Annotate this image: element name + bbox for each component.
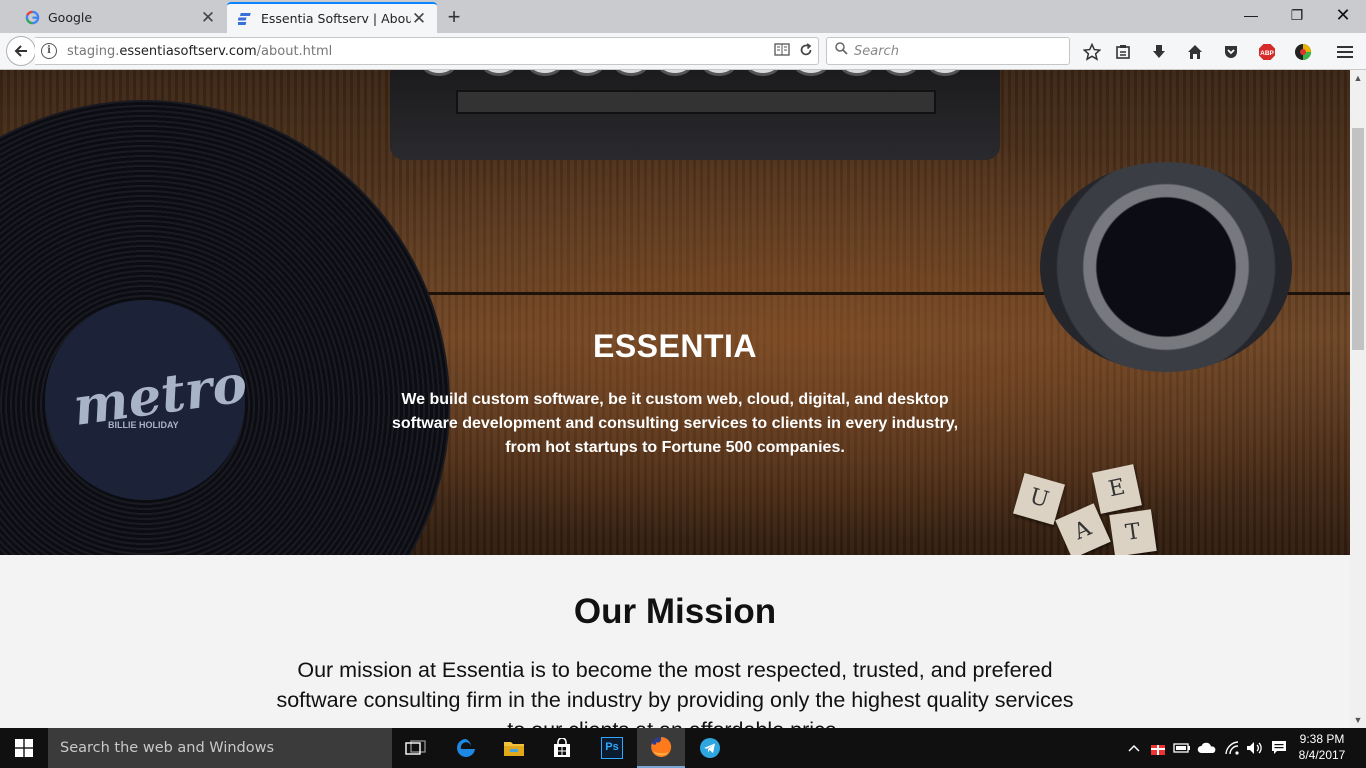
url-host: essentiasoftserv.com <box>119 43 257 59</box>
store-icon[interactable] <box>538 728 586 768</box>
url-text[interactable]: staging.essentiasoftserv.com/about.html <box>67 44 770 59</box>
search-input[interactable] <box>854 43 1054 59</box>
hero-tagline: We build custom software, be it custom w… <box>391 391 959 456</box>
tab-essentia-about[interactable]: Essentia Softserv | About ✕ <box>227 2 437 33</box>
system-clock[interactable]: 9:38 PM 8/4/2017 <box>1290 731 1354 763</box>
typewriter-key <box>658 70 692 76</box>
typewriter-key <box>840 70 874 76</box>
back-button[interactable] <box>6 36 36 66</box>
typewriter-key <box>482 70 516 76</box>
tab-google[interactable]: Google ✕ <box>14 2 226 33</box>
pocket-icon[interactable] <box>1220 41 1242 63</box>
downloads-icon[interactable] <box>1148 41 1170 63</box>
scroll-thumb[interactable] <box>1352 128 1364 350</box>
typewriter-key <box>928 70 962 76</box>
minimize-button[interactable]: — <box>1228 0 1274 30</box>
firefox-icon[interactable] <box>637 728 685 768</box>
task-view-icon[interactable] <box>392 728 440 768</box>
edge-icon[interactable] <box>442 728 490 768</box>
google-g-icon <box>24 10 40 26</box>
extension-icon[interactable] <box>1292 41 1314 63</box>
start-button[interactable] <box>0 728 48 768</box>
clock-date: 8/4/2017 <box>1298 748 1346 762</box>
typewriter-key <box>794 70 828 76</box>
tab-title: Google <box>48 10 93 25</box>
url-prefix: staging. <box>67 43 120 59</box>
typewriter-key <box>702 70 736 76</box>
typewriter-key <box>422 70 456 76</box>
bookmark-star-icon[interactable] <box>1081 41 1103 63</box>
menu-icon[interactable] <box>1334 41 1356 63</box>
restore-button[interactable]: ❐ <box>1274 0 1320 30</box>
tab-title: Essentia Softserv | About <box>261 11 411 26</box>
letter-tile: U <box>1013 473 1065 525</box>
reload-icon[interactable] <box>794 42 818 60</box>
typewriter-image <box>390 70 1000 160</box>
mission-heading: Our Mission <box>573 592 777 631</box>
svg-text:ABP: ABP <box>1260 50 1274 57</box>
adblock-icon[interactable]: ABP <box>1256 41 1278 63</box>
battery-icon[interactable] <box>1172 728 1192 768</box>
hero-banner: metro BILLIE HOLIDAY U A E T ESSENTIA We… <box>0 70 1350 555</box>
typewriter-spacebar <box>456 90 936 114</box>
reader-view-icon[interactable] <box>770 43 794 59</box>
new-tab-button[interactable]: + <box>441 4 467 30</box>
record-artist: BILLIE HOLIDAY <box>108 420 179 430</box>
tab-strip: Google ✕ Essentia Softserv | About ✕ + —… <box>0 0 1366 33</box>
typewriter-key <box>570 70 604 76</box>
taskbar-search-input[interactable]: Search the web and Windows <box>48 728 392 768</box>
hero-title: ESSENTIA <box>592 328 758 364</box>
file-explorer-icon[interactable] <box>490 728 538 768</box>
scroll-up-icon[interactable]: ▲ <box>1350 70 1366 86</box>
navigation-bar: i staging.essentiasoftserv.com/about.htm… <box>0 33 1366 70</box>
volume-icon[interactable] <box>1244 728 1266 768</box>
close-window-button[interactable]: ✕ <box>1320 0 1366 30</box>
wifi-icon[interactable] <box>1222 728 1242 768</box>
back-arrow-icon <box>14 45 27 57</box>
search-bar[interactable] <box>826 37 1070 65</box>
scroll-down-icon[interactable]: ▼ <box>1350 712 1366 728</box>
show-hidden-icons-icon[interactable] <box>1126 728 1142 768</box>
search-icon <box>835 42 848 60</box>
page-scrollbar[interactable]: ▲ ▼ <box>1350 70 1366 728</box>
info-icon[interactable]: i <box>41 43 57 59</box>
photoshop-label: Ps <box>601 737 623 759</box>
mission-text: Our mission at Essentia is to become the… <box>276 658 1074 728</box>
letter-tile: E <box>1092 464 1142 514</box>
close-icon[interactable]: ✕ <box>411 9 427 29</box>
close-icon[interactable]: ✕ <box>200 8 216 28</box>
typewriter-key <box>614 70 648 76</box>
action-center-icon[interactable] <box>1268 728 1290 768</box>
typewriter-key <box>884 70 918 76</box>
onedrive-icon[interactable] <box>1196 728 1218 768</box>
letter-tile: T <box>1109 509 1157 555</box>
typewriter-key <box>528 70 562 76</box>
windows-taskbar: Search the web and Windows Ps 9:38 PM 8/… <box>0 728 1366 768</box>
gift-icon[interactable] <box>1148 728 1168 768</box>
home-icon[interactable] <box>1184 41 1206 63</box>
telegram-icon[interactable] <box>686 728 734 768</box>
url-path: /about.html <box>256 43 333 59</box>
clock-time: 9:38 PM <box>1299 732 1345 746</box>
typewriter-key <box>746 70 780 76</box>
essentia-logo-icon <box>237 11 253 27</box>
windows-logo-icon <box>15 739 33 757</box>
reading-list-icon[interactable] <box>1112 41 1134 63</box>
url-bar[interactable]: i staging.essentiasoftserv.com/about.htm… <box>35 37 819 65</box>
photoshop-icon[interactable]: Ps <box>588 728 636 768</box>
page-viewport: metro BILLIE HOLIDAY U A E T ESSENTIA We… <box>0 70 1350 728</box>
